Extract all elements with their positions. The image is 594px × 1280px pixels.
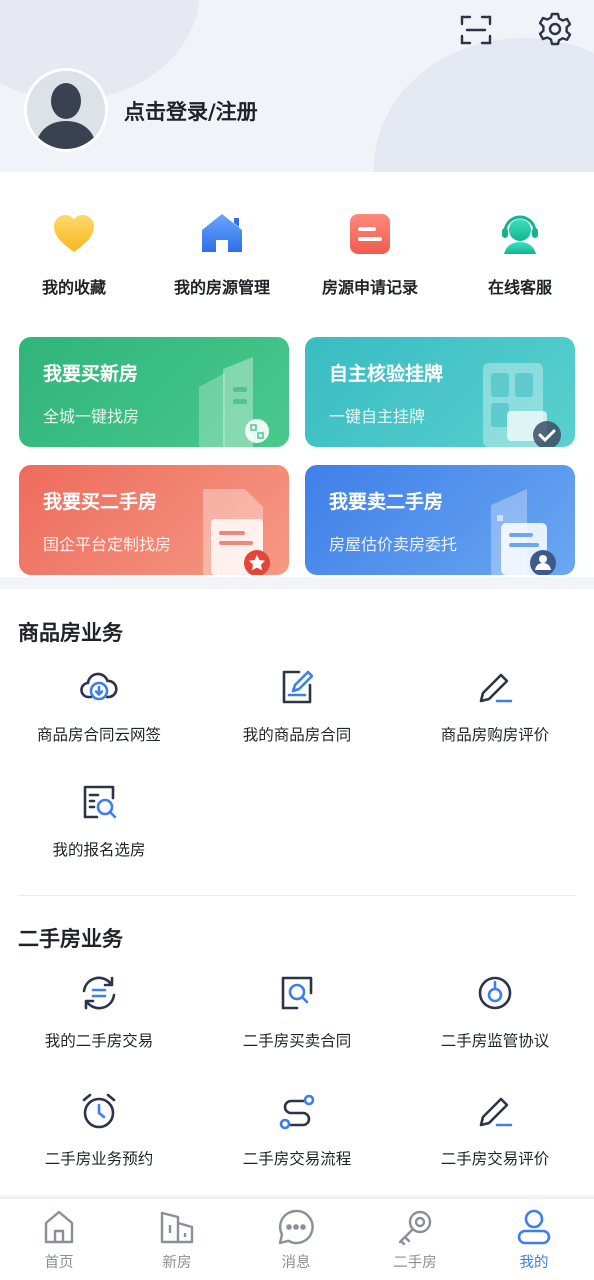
service-label: 我的报名选房	[52, 841, 146, 859]
service-online-contract-signing[interactable]: 商品房合同云网签	[0, 667, 198, 745]
tab-label: 首页	[44, 1255, 74, 1271]
promo-title: 我要买二手房	[43, 491, 158, 513]
header-decoration	[374, 38, 594, 172]
pencil-icon	[475, 1091, 515, 1131]
shield-person-icon	[475, 973, 515, 1013]
promo-self-verification-listing[interactable]: 自主核验挂牌 一键自主挂牌	[305, 337, 575, 447]
service-label: 二手房交易流程	[242, 1150, 352, 1168]
service-my-commercial-contract[interactable]: 我的商品房合同	[198, 667, 396, 745]
promo-title: 自主核验挂牌	[329, 363, 444, 385]
promo-title: 我要买新房	[43, 363, 139, 385]
search-document-icon	[277, 973, 317, 1013]
tab-label: 新房	[162, 1255, 192, 1271]
service-label: 我的二手房交易	[44, 1032, 154, 1050]
tab-label: 我的	[519, 1255, 549, 1271]
quick-action-house-management[interactable]: 我的房源管理	[148, 210, 296, 298]
business-services: 商品房业务 商品房合同云网签 我的商品房合同 商品房购房评价 我的报名选房 二手…	[0, 589, 594, 1195]
tab-label: 二手房	[393, 1255, 437, 1271]
cloud-download-icon	[79, 667, 119, 707]
document-illustration-icon	[203, 489, 270, 575]
house-icon	[198, 210, 246, 258]
tab-label: 消息	[281, 1255, 311, 1271]
avatar[interactable]	[24, 68, 108, 152]
quick-action-label: 我的收藏	[41, 278, 106, 297]
seller-illustration-icon	[491, 489, 556, 575]
section-title-secondhand: 二手房业务	[18, 927, 123, 951]
service-my-registration-selection[interactable]: 我的报名选房	[0, 782, 198, 860]
promo-subtitle: 全城一键找房	[43, 407, 140, 426]
service-label: 二手房监管协议	[440, 1032, 550, 1050]
quick-action-label: 房源申请记录	[321, 278, 418, 297]
section-title-commercial: 商品房业务	[18, 621, 123, 645]
service-supervision-agreement[interactable]: 二手房监管协议	[396, 973, 594, 1051]
quick-action-application-records[interactable]: 房源申请记录	[296, 210, 444, 298]
section-divider	[18, 895, 576, 896]
customer-service-icon	[496, 210, 544, 258]
promo-subtitle: 一键自主挂牌	[329, 407, 426, 426]
service-my-secondhand-transaction[interactable]: 我的二手房交易	[0, 973, 198, 1051]
service-sales-contract[interactable]: 二手房买卖合同	[198, 973, 396, 1051]
tab-new-house[interactable]: 新房	[118, 1207, 236, 1272]
service-label: 商品房合同云网签	[36, 726, 161, 744]
promo-subtitle: 国企平台定制找房	[43, 535, 172, 554]
promo-sell-secondhand[interactable]: 我要卖二手房 房屋估价卖房委托	[305, 465, 575, 575]
document-search-icon	[79, 782, 119, 822]
promo-buy-new-house[interactable]: 我要买新房 全城一键找房	[19, 337, 289, 447]
alarm-clock-icon	[79, 1091, 119, 1131]
gear-icon[interactable]	[536, 10, 574, 48]
service-label: 二手房买卖合同	[242, 1032, 352, 1050]
tab-secondhand[interactable]: 二手房	[356, 1207, 474, 1272]
service-purchase-evaluation[interactable]: 商品房购房评价	[396, 667, 594, 745]
user-icon	[514, 1207, 554, 1247]
profile-header: 点击登录/注册	[0, 0, 594, 172]
message-icon	[276, 1207, 316, 1247]
service-label: 我的商品房合同	[242, 726, 352, 744]
login-register-link[interactable]: 点击登录/注册	[124, 96, 258, 126]
scan-icon[interactable]	[458, 12, 494, 48]
home-icon	[39, 1207, 79, 1247]
quick-action-label: 我的房源管理	[173, 278, 270, 297]
service-transaction-process[interactable]: 二手房交易流程	[198, 1091, 396, 1169]
listing-illustration-icon	[483, 363, 561, 447]
flow-icon	[277, 1091, 317, 1131]
pencil-icon	[475, 667, 515, 707]
tab-home[interactable]: 首页	[0, 1207, 118, 1272]
service-label: 二手房业务预约	[44, 1150, 154, 1168]
tab-messages[interactable]: 消息	[237, 1207, 355, 1272]
heart-icon	[50, 210, 98, 258]
record-icon	[346, 210, 394, 258]
service-label: 商品房购房评价	[440, 726, 550, 744]
building-icon	[157, 1207, 197, 1247]
promo-title: 我要卖二手房	[329, 491, 444, 513]
building-illustration-icon	[199, 357, 269, 447]
quick-action-online-service[interactable]: 在线客服	[446, 210, 594, 298]
promo-buy-secondhand[interactable]: 我要买二手房 国企平台定制找房	[19, 465, 289, 575]
quick-action-favorites[interactable]: 我的收藏	[0, 210, 148, 298]
quick-actions-card: 我的收藏 我的房源管理 房源申请记录 在线客服 我要买新房 全城一键找房 自主核…	[0, 172, 594, 577]
service-transaction-evaluation[interactable]: 二手房交易评价	[396, 1091, 594, 1169]
service-appointment[interactable]: 二手房业务预约	[0, 1091, 198, 1169]
tab-mine[interactable]: 我的	[475, 1207, 593, 1272]
bottom-tab-bar: 首页 新房 消息 二手房 我的	[0, 1198, 594, 1280]
service-label: 二手房交易评价	[440, 1150, 550, 1168]
key-icon	[395, 1207, 435, 1247]
quick-action-label: 在线客服	[487, 278, 552, 297]
edit-document-icon	[277, 667, 317, 707]
exchange-icon	[79, 973, 119, 1013]
promo-subtitle: 房屋估价卖房委托	[329, 535, 458, 554]
